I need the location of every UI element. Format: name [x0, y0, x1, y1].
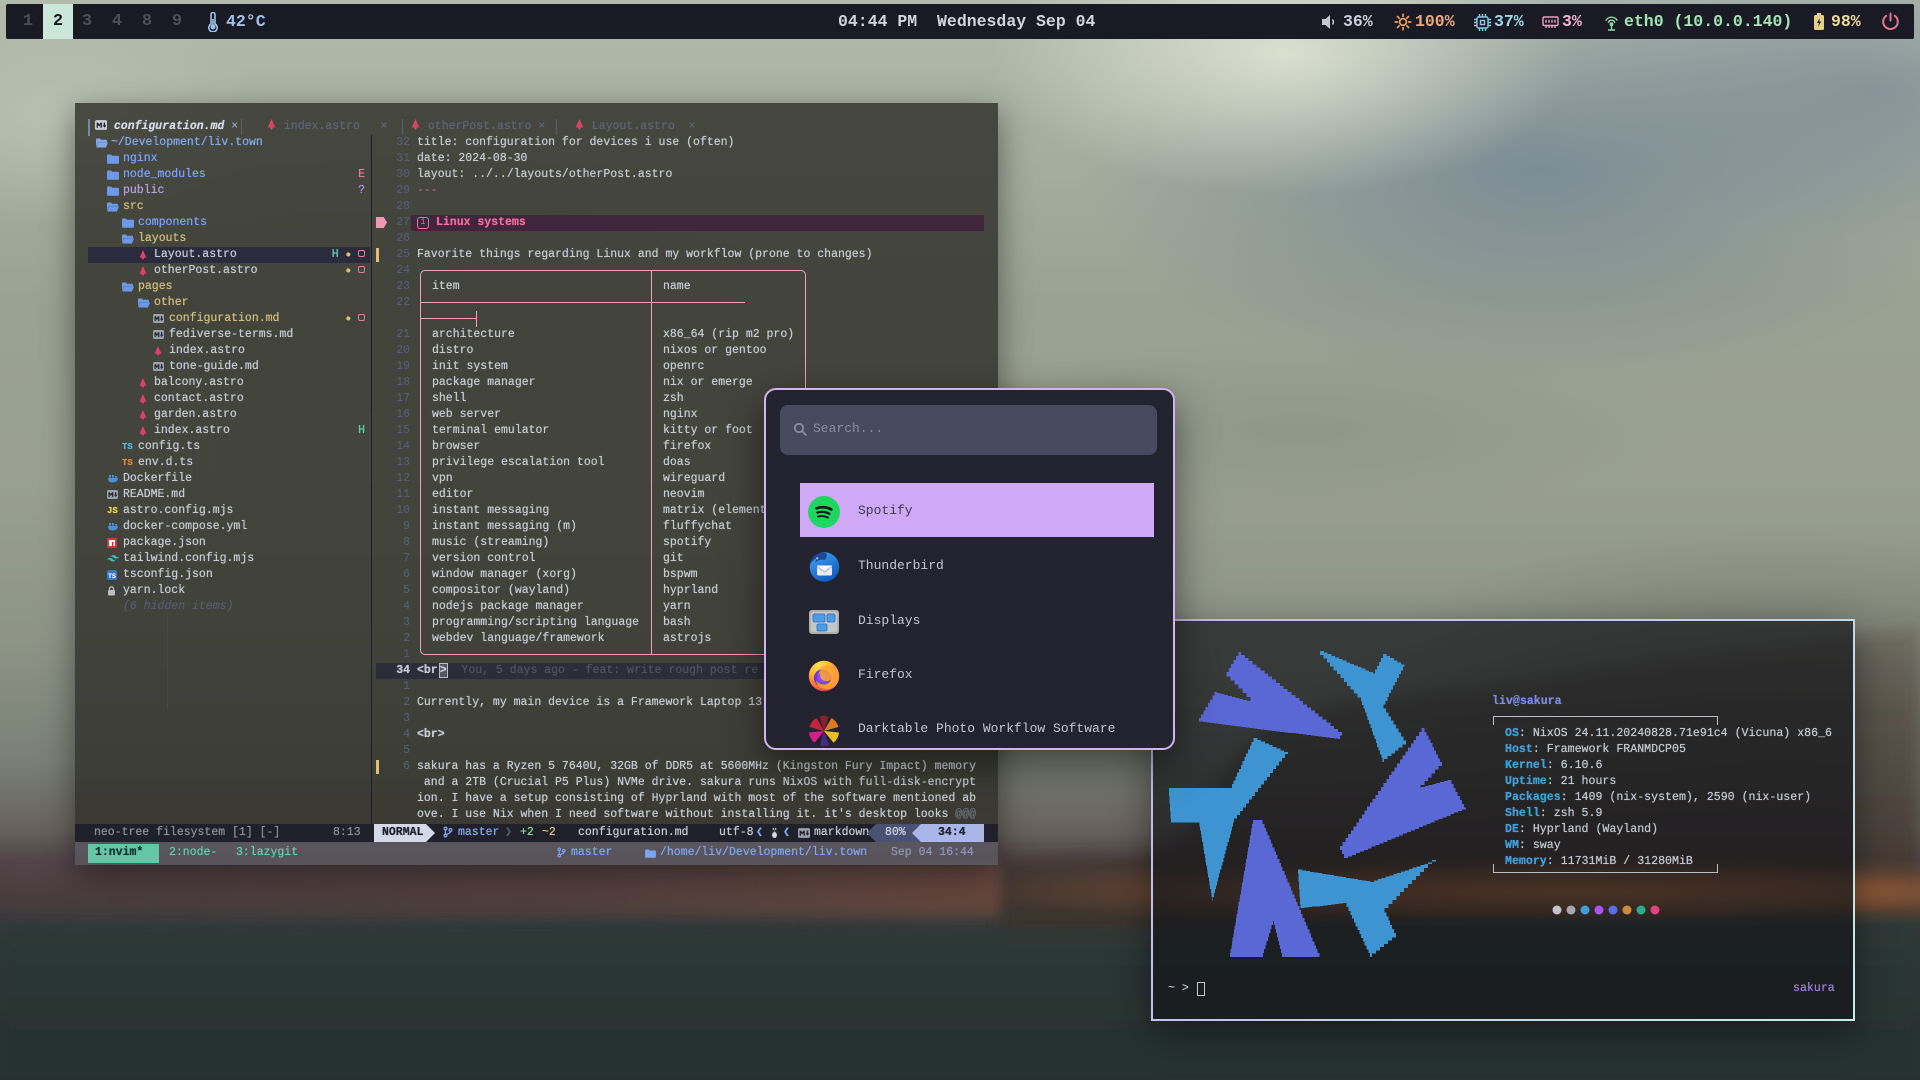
svg-text:TS: TS — [108, 574, 116, 580]
